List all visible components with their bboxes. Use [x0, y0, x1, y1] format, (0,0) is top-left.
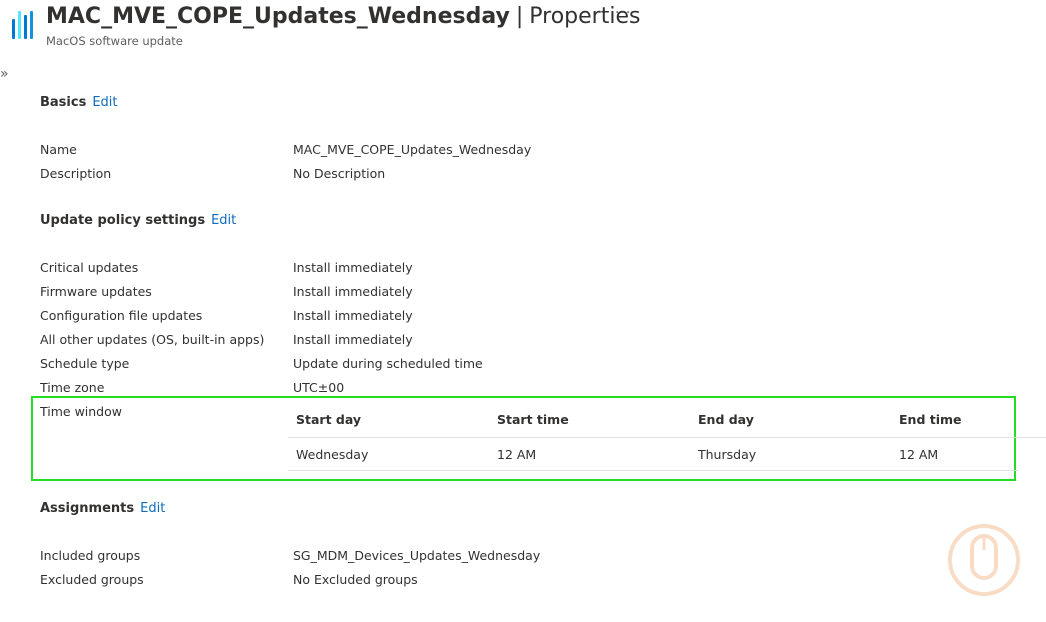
assignments-section-header: Assignments Edit — [40, 501, 165, 516]
update-policy-section-header: Update policy settings Edit — [40, 213, 236, 228]
assignments-edit-link[interactable]: Edit — [140, 501, 165, 516]
config-file-updates-label: Configuration file updates — [40, 308, 203, 323]
cell-end-day: Thursday — [698, 447, 757, 462]
update-policy-edit-link[interactable]: Edit — [211, 213, 236, 228]
policy-name-title: MAC_MVE_COPE_Updates_Wednesday — [46, 4, 510, 29]
assignments-title: Assignments — [40, 501, 135, 516]
included-groups-value: SG_MDM_Devices_Updates_Wednesday — [293, 548, 541, 563]
other-updates-label: All other updates (OS, built-in apps) — [40, 332, 265, 347]
table-row: Wednesday 12 AM Thursday 12 AM — [288, 438, 1018, 471]
schedule-type-label: Schedule type — [40, 356, 130, 371]
ellipsis-icon[interactable]: ··· — [615, 5, 631, 21]
col-header-end-day: End day — [698, 412, 754, 427]
update-policy-title: Update policy settings — [40, 213, 206, 228]
basics-edit-link[interactable]: Edit — [92, 95, 117, 110]
col-header-start-day: Start day — [296, 412, 362, 427]
title-separator: | — [515, 4, 524, 29]
blade-header: MAC_MVE_COPE_Updates_Wednesday | Propertie… — [0, 0, 1046, 56]
firmware-updates-value: Install immediately — [293, 284, 413, 299]
cell-start-day: Wednesday — [296, 447, 369, 462]
table-header-row: Start day Start time End day End time — [288, 402, 1046, 438]
excluded-groups-value: No Excluded groups — [293, 572, 418, 587]
description-label: Description — [40, 166, 112, 181]
critical-updates-value: Install immediately — [293, 260, 413, 275]
col-header-end-time: End time — [899, 412, 962, 427]
page-subtitle: MacOS software update — [46, 34, 183, 48]
time-window-label: Time window — [40, 404, 122, 419]
included-groups-label: Included groups — [40, 548, 141, 563]
time-zone-label: Time zone — [40, 380, 105, 395]
col-header-start-time: Start time — [497, 412, 569, 427]
other-updates-value: Install immediately — [293, 332, 413, 347]
name-value: MAC_MVE_COPE_Updates_Wednesday — [293, 142, 532, 157]
intune-bars-icon — [12, 11, 34, 39]
excluded-groups-label: Excluded groups — [40, 572, 144, 587]
mouse-watermark-icon — [946, 520, 1022, 598]
config-file-updates-value: Install immediately — [293, 308, 413, 323]
basics-title: Basics — [40, 95, 87, 110]
cell-end-time: 12 AM — [899, 447, 939, 462]
time-zone-value: UTC±00 — [293, 380, 345, 395]
critical-updates-label: Critical updates — [40, 260, 139, 275]
description-value: No Description — [293, 166, 386, 181]
double-chevron-right-icon[interactable]: » — [0, 66, 9, 82]
cell-start-time: 12 AM — [497, 447, 537, 462]
basics-section-header: Basics Edit — [40, 95, 118, 110]
page-title: MAC_MVE_COPE_Updates_Wednesday | Propertie… — [46, 2, 640, 32]
firmware-updates-label: Firmware updates — [40, 284, 152, 299]
schedule-type-value: Update during scheduled time — [293, 356, 483, 371]
name-label: Name — [40, 142, 77, 157]
